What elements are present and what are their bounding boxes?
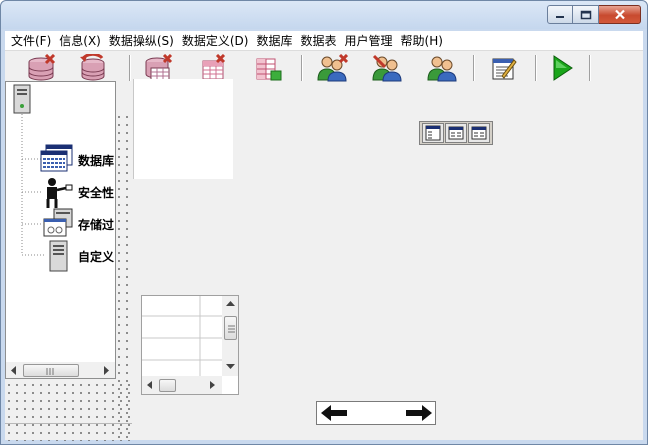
form-icon — [425, 125, 441, 141]
window-controls — [547, 5, 641, 24]
play-icon — [553, 55, 573, 81]
user-permission-icon — [427, 56, 457, 82]
toolbar-separator — [535, 55, 537, 81]
arrow-left-icon — [321, 405, 347, 421]
tree-item-database[interactable]: 数据库 — [78, 152, 114, 169]
table-columns-button[interactable] — [250, 53, 286, 83]
arrow-right-icon — [406, 405, 432, 421]
document-edit-icon — [492, 58, 517, 80]
scrollbar-thumb[interactable] — [159, 379, 176, 392]
scroll-left-icon — [147, 381, 152, 389]
grip-icon — [228, 325, 235, 333]
toolbar-separator — [589, 55, 591, 81]
list-window-icon — [471, 126, 487, 140]
grip-icon — [46, 368, 54, 375]
grid-lines — [142, 296, 222, 376]
scroll-right-icon — [210, 381, 215, 389]
client-area: 文件(F) 信息(X) 数据操纵(S) 数据定义(D) 数据库 数据表 用户管理… — [5, 31, 643, 443]
menu-table[interactable]: 数据表 — [296, 32, 340, 49]
next-record-button[interactable] — [403, 403, 435, 423]
table-add-icon — [145, 54, 173, 81]
main-toolbar — [5, 52, 643, 84]
menu-user-management[interactable]: 用户管理 — [341, 32, 397, 49]
tree-horizontal-scrollbar[interactable] — [6, 362, 115, 378]
tree-item-custom[interactable]: 自定义 — [78, 248, 114, 265]
person-security-icon — [46, 178, 73, 208]
design-grid — [5, 381, 133, 441]
scroll-down-icon — [226, 364, 235, 369]
toolbar-separator — [473, 55, 475, 81]
menu-bar: 文件(F) 信息(X) 数据操纵(S) 数据定义(D) 数据库 数据表 用户管理… — [5, 31, 643, 51]
run-button[interactable] — [543, 53, 579, 83]
database-window-icon — [40, 144, 73, 172]
data-grid[interactable] — [141, 295, 239, 395]
form-view-button[interactable] — [422, 123, 444, 143]
toolbar-separator — [301, 55, 303, 81]
maximize-icon — [580, 10, 591, 19]
user-delete-icon — [372, 54, 402, 82]
stored-procedure-icon — [43, 208, 73, 237]
user-permissions-button[interactable] — [424, 53, 460, 83]
delete-user-button[interactable] — [369, 53, 405, 83]
grid-window-icon — [448, 126, 464, 140]
menu-info[interactable]: 信息(X) — [55, 32, 105, 49]
menu-database[interactable]: 数据库 — [252, 32, 296, 49]
scroll-right-icon — [104, 366, 109, 375]
table-edit-icon — [202, 54, 226, 80]
record-navigator — [316, 401, 436, 425]
maximize-button[interactable] — [573, 5, 599, 24]
previous-record-button[interactable] — [318, 403, 350, 423]
table-columns-icon — [256, 58, 282, 81]
tree-item-stored-procedure[interactable]: 存储过 — [78, 216, 114, 233]
database-add-icon — [28, 54, 56, 81]
tree-item-security[interactable]: 安全性 — [78, 184, 114, 201]
scrollbar-thumb[interactable] — [23, 364, 79, 377]
menu-help[interactable]: 帮助(H) — [397, 32, 447, 49]
minimize-button[interactable] — [547, 5, 573, 24]
title-bar — [1, 1, 647, 29]
close-icon — [614, 9, 625, 20]
toolbar-separator — [129, 55, 131, 81]
refresh-database-button[interactable] — [75, 53, 111, 83]
scrollbar-thumb[interactable] — [224, 316, 237, 340]
blank-frame — [133, 79, 233, 179]
object-tree: 数据库 安全性 存储过 自定义 — [5, 81, 116, 379]
edit-document-button[interactable] — [485, 53, 521, 83]
add-database-button[interactable] — [23, 53, 59, 83]
grid-horizontal-scrollbar[interactable] — [142, 376, 222, 394]
divider — [5, 423, 132, 424]
grid-view-button[interactable] — [445, 123, 467, 143]
list-view-button[interactable] — [468, 123, 490, 143]
database-refresh-icon — [80, 54, 105, 81]
close-button[interactable] — [599, 5, 641, 24]
menu-data-definition[interactable]: 数据定义(D) — [178, 32, 253, 49]
add-user-button[interactable] — [314, 53, 350, 83]
menu-data-manipulation[interactable]: 数据操纵(S) — [105, 32, 178, 49]
server-icon — [49, 240, 68, 272]
floating-toolbar — [419, 121, 493, 145]
grid-vertical-scrollbar[interactable] — [222, 296, 238, 376]
app-window: 文件(F) 信息(X) 数据操纵(S) 数据定义(D) 数据库 数据表 用户管理… — [0, 0, 648, 445]
scroll-left-icon — [11, 366, 16, 375]
scroll-up-icon — [226, 301, 235, 306]
user-add-icon — [317, 54, 348, 82]
minimize-icon — [556, 15, 564, 18]
menu-file[interactable]: 文件(F) — [7, 32, 55, 49]
